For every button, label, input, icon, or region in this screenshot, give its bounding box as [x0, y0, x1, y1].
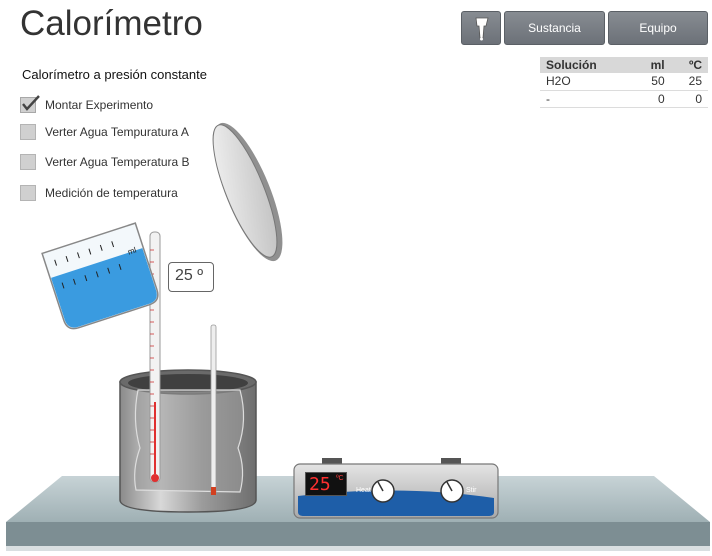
checkbox[interactable] — [20, 124, 36, 140]
tool-icon — [475, 17, 489, 41]
thermometer-unit: º — [197, 267, 204, 284]
hotplate-temp-unit: ºC — [336, 475, 344, 482]
cell-temp: 0 — [670, 90, 708, 108]
cell-solution: - — [540, 90, 633, 108]
cell-solution: H2O — [540, 73, 633, 91]
table-row: H2O 50 25 — [540, 73, 708, 91]
beaker[interactable]: ml — [41, 222, 161, 331]
col-header-temp: ºC — [670, 57, 708, 73]
stir-knob-label: Stir — [466, 487, 477, 494]
calorimeter-cup[interactable] — [119, 369, 257, 513]
checkbox[interactable] — [20, 154, 36, 170]
stirrer-rod[interactable] — [210, 324, 217, 496]
sustancia-button[interactable]: Sustancia — [504, 11, 605, 45]
checkbox[interactable] — [20, 185, 36, 201]
solution-table: Solución ml ºC H2O 50 25 - 0 0 — [540, 57, 708, 108]
table-header-row: Solución ml ºC — [540, 57, 708, 73]
step-label: Verter Agua Temperatura B — [45, 155, 190, 169]
heat-knob[interactable] — [372, 480, 394, 502]
panel-subtitle: Calorímetro a presión constante — [22, 67, 207, 82]
stir-knob[interactable] — [441, 480, 463, 502]
step-label: Montar Experimento — [45, 98, 154, 112]
tool-button[interactable] — [461, 11, 501, 45]
app-title: Calorímetro — [20, 4, 203, 43]
col-header-ml: ml — [632, 57, 671, 73]
step-label: Medición de temperatura — [45, 186, 178, 200]
calorimeter-lid[interactable] — [200, 115, 296, 269]
check-icon — [20, 95, 40, 113]
cell-temp: 25 — [670, 73, 708, 91]
cell-ml: 50 — [632, 73, 671, 91]
thermometer[interactable] — [149, 231, 161, 483]
thermometer-value: 25 — [175, 267, 193, 284]
step-label: Verter Agua Tempuratura A — [45, 125, 189, 139]
table-row: - 0 0 — [540, 90, 708, 108]
thermometer-readout: 25 º — [168, 262, 214, 292]
equipo-button[interactable]: Equipo — [608, 11, 708, 45]
heat-knob-label: Heat — [356, 487, 371, 494]
col-header-solucion: Solución — [540, 57, 633, 73]
cell-ml: 0 — [632, 90, 671, 108]
